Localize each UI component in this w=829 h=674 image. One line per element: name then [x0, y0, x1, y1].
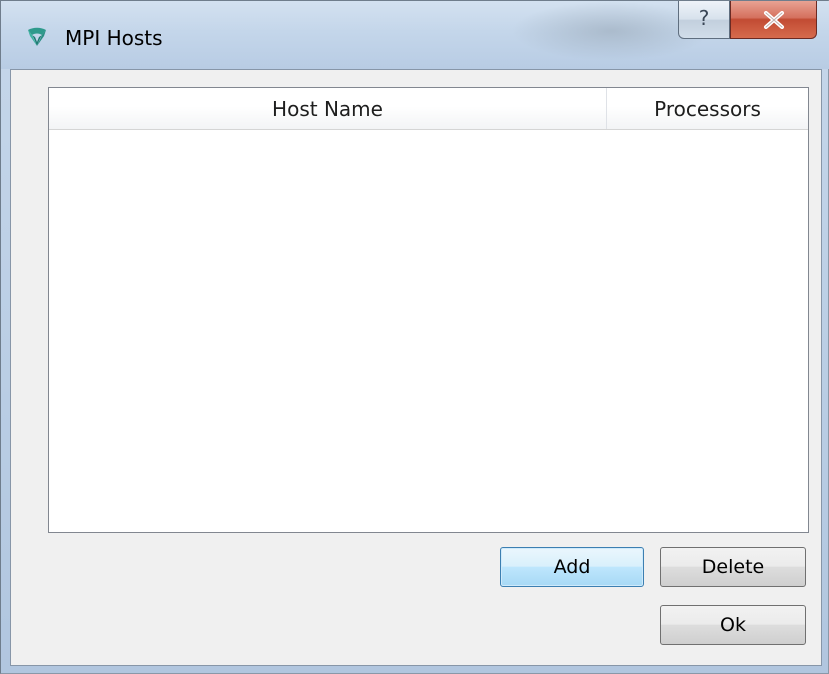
delete-button[interactable]: Delete [660, 547, 806, 587]
close-button[interactable] [730, 1, 817, 39]
ok-button[interactable]: Ok [660, 605, 806, 645]
hosts-table[interactable]: Host Name Processors [48, 87, 809, 533]
title-bar[interactable]: MPI Hosts ? [1, 1, 829, 69]
window-title: MPI Hosts [65, 26, 163, 50]
question-mark-icon: ? [698, 6, 710, 30]
table-header: Host Name Processors [49, 88, 808, 130]
add-button[interactable]: Add [500, 547, 644, 587]
mpi-hosts-dialog: MPI Hosts ? Host Name Processors Add Del… [0, 0, 829, 674]
close-x-icon [763, 10, 784, 29]
column-header-processors[interactable]: Processors [607, 88, 808, 129]
app-icon [28, 27, 46, 46]
column-header-host-name[interactable]: Host Name [49, 88, 607, 129]
dialog-client-area: Host Name Processors Add Delete Ok [10, 69, 822, 666]
table-body[interactable] [49, 130, 808, 532]
help-button[interactable]: ? [678, 1, 730, 39]
